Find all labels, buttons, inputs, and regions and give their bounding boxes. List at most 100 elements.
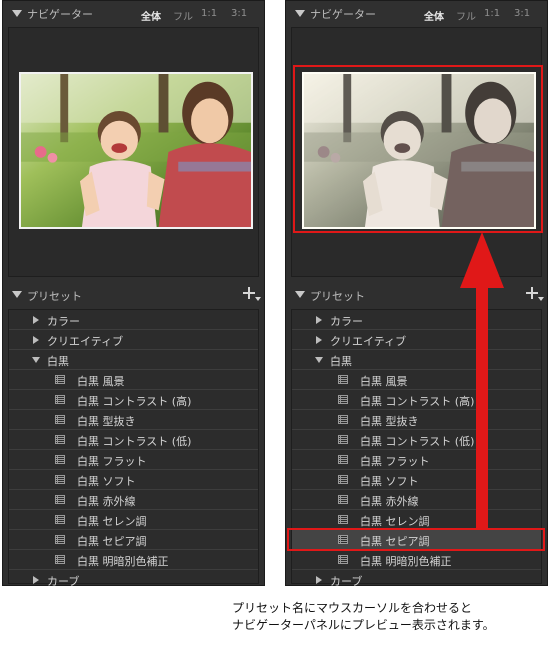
- folder-label: 白黒: [330, 355, 352, 368]
- preset-icon: [55, 435, 65, 444]
- preset-label: 白黒 型抜き: [360, 415, 419, 428]
- preset-label: 白黒 フラット: [360, 455, 430, 468]
- presets-title: プリセット: [310, 290, 365, 303]
- preset-item[interactable]: 白黒 明暗別色補正: [292, 550, 541, 570]
- navigator-header[interactable]: ナビゲーター 全体 フル 1:1 3:1: [3, 1, 264, 27]
- preset-item[interactable]: 白黒 コントラスト (低): [9, 430, 258, 450]
- preset-label: 白黒 フラット: [77, 455, 147, 468]
- zoom-option-fill[interactable]: フル: [173, 8, 193, 23]
- preset-icon: [338, 435, 348, 444]
- preset-icon: [338, 375, 348, 384]
- collapse-triangle-icon[interactable]: [12, 291, 22, 298]
- preset-item[interactable]: 白黒 セピア調: [9, 530, 258, 550]
- zoom-option-1-1[interactable]: 1:1: [201, 8, 217, 19]
- folder-expand-icon[interactable]: [316, 336, 322, 344]
- preset-label: 白黒 風景: [77, 375, 125, 388]
- preset-icon: [338, 455, 348, 464]
- chevron-down-icon[interactable]: [255, 297, 261, 301]
- preset-icon: [338, 555, 348, 564]
- zoom-option-fit[interactable]: 全体: [141, 8, 161, 23]
- preset-folder-creative[interactable]: クリエイティブ: [9, 330, 258, 350]
- preset-folder-curve[interactable]: カーブ: [9, 570, 258, 590]
- preset-item[interactable]: 白黒 フラット: [9, 450, 258, 470]
- folder-expand-icon[interactable]: [316, 316, 322, 324]
- preset-label: 白黒 コントラスト (高): [77, 395, 192, 408]
- chevron-down-icon[interactable]: [538, 297, 544, 301]
- preset-folder-color[interactable]: カラー: [9, 310, 258, 330]
- preset-label: 白黒 風景: [360, 375, 408, 388]
- caption-line-2: ナビゲーターパネルにプレビュー表示されます。: [232, 618, 495, 632]
- preset-label: 白黒 明暗別色補正: [77, 555, 169, 568]
- folder-label: カーブ: [330, 575, 363, 588]
- folder-label: クリエイティブ: [330, 335, 407, 348]
- zoom-option-3-1[interactable]: 3:1: [514, 8, 530, 19]
- folder-expand-icon[interactable]: [316, 576, 322, 584]
- preset-icon: [338, 475, 348, 484]
- preset-label: 白黒 セピア調: [77, 535, 147, 548]
- preset-item[interactable]: 白黒 風景: [9, 370, 258, 390]
- preset-icon: [55, 555, 65, 564]
- caption: プリセット名にマウスカーソルを合わせると ナビゲーターパネルにプレビュー表示され…: [232, 600, 550, 634]
- preset-label: 白黒 ソフト: [360, 475, 419, 488]
- zoom-option-fit[interactable]: 全体: [424, 8, 444, 23]
- preset-label: 白黒 コントラスト (低): [360, 435, 475, 448]
- presets-title: プリセット: [27, 290, 82, 303]
- preset-icon: [55, 395, 65, 404]
- zoom-option-1-1[interactable]: 1:1: [484, 8, 500, 19]
- preset-icon: [55, 535, 65, 544]
- preset-icon: [55, 475, 65, 484]
- folder-label: 白黒: [47, 355, 69, 368]
- preset-label: 白黒 明暗別色補正: [360, 555, 452, 568]
- preset-item[interactable]: 白黒 コントラスト (高): [9, 390, 258, 410]
- folder-expand-icon[interactable]: [33, 316, 39, 324]
- zoom-option-3-1[interactable]: 3:1: [231, 8, 247, 19]
- collapse-triangle-icon[interactable]: [295, 291, 305, 298]
- presets-header[interactable]: プリセット: [286, 284, 547, 306]
- add-preset-icon[interactable]: [525, 287, 539, 301]
- navigator-preview-area[interactable]: [8, 27, 259, 277]
- preset-label: 白黒 コントラスト (低): [77, 435, 192, 448]
- folder-label: カラー: [330, 315, 363, 328]
- collapse-triangle-icon[interactable]: [12, 10, 22, 17]
- zoom-option-fill[interactable]: フル: [456, 8, 476, 23]
- preset-folder-curve[interactable]: カーブ: [292, 570, 541, 590]
- navigator-photo-color: [19, 72, 253, 229]
- preset-icon: [338, 495, 348, 504]
- preset-list: カラー クリエイティブ 白黒 白黒 風景 白黒 コントラスト (高) 白黒 型抜…: [8, 309, 259, 588]
- navigator-title: ナビゲーター: [27, 8, 93, 21]
- navigator-header[interactable]: ナビゲーター 全体 フル 1:1 3:1: [286, 1, 547, 27]
- preset-icon: [338, 515, 348, 524]
- preset-label: 白黒 ソフト: [77, 475, 136, 488]
- folder-label: クリエイティブ: [47, 335, 124, 348]
- preset-icon: [55, 375, 65, 384]
- folder-label: カーブ: [47, 575, 80, 588]
- folder-collapse-icon[interactable]: [32, 357, 40, 363]
- preset-label: 白黒 赤外線: [77, 495, 136, 508]
- up-arrow-icon: [460, 232, 504, 530]
- caption-line-1: プリセット名にマウスカーソルを合わせると: [232, 601, 473, 615]
- preset-item[interactable]: 白黒 セレン調: [9, 510, 258, 530]
- preset-item[interactable]: 白黒 ソフト: [9, 470, 258, 490]
- folder-collapse-icon[interactable]: [315, 357, 323, 363]
- preset-item[interactable]: 白黒 明暗別色補正: [9, 550, 258, 570]
- add-preset-icon[interactable]: [242, 287, 256, 301]
- navigator-title: ナビゲーター: [310, 8, 376, 21]
- preset-icon: [338, 395, 348, 404]
- folder-expand-icon[interactable]: [33, 576, 39, 584]
- preset-icon: [55, 495, 65, 504]
- preset-label: 白黒 セレン調: [360, 515, 430, 528]
- collapse-triangle-icon[interactable]: [295, 10, 305, 17]
- preset-label: 白黒 赤外線: [360, 495, 419, 508]
- folder-label: カラー: [47, 315, 80, 328]
- preset-label: 白黒 セレン調: [77, 515, 147, 528]
- preset-folder-bw[interactable]: 白黒: [9, 350, 258, 370]
- folder-expand-icon[interactable]: [33, 336, 39, 344]
- preset-icon: [55, 415, 65, 424]
- preset-icon: [55, 455, 65, 464]
- preset-item[interactable]: 白黒 型抜き: [9, 410, 258, 430]
- preset-item[interactable]: 白黒 赤外線: [9, 490, 258, 510]
- lightroom-panel-before: ナビゲーター 全体 フル 1:1 3:1 プリセット カラー クリエイティブ 白…: [2, 0, 265, 588]
- preset-label: 白黒 コントラスト (高): [360, 395, 475, 408]
- preview-highlight-box: [293, 65, 543, 233]
- presets-header[interactable]: プリセット: [3, 284, 264, 306]
